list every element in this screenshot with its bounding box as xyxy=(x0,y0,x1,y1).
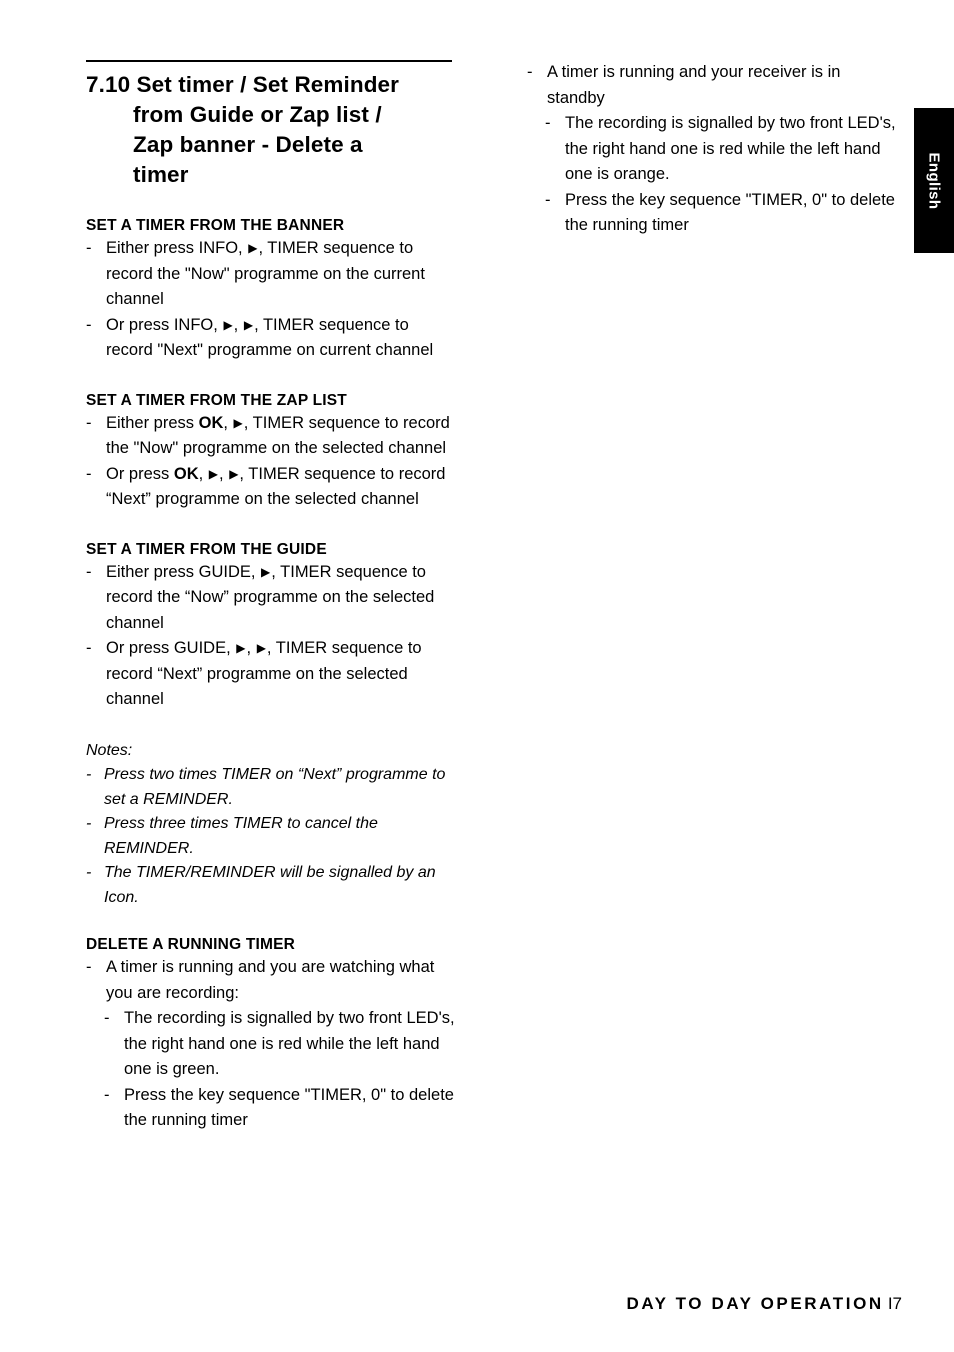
list-item: - The TIMER/REMINDER will be signalled b… xyxy=(86,861,456,910)
right-arrow-icon: ▶ xyxy=(243,317,254,332)
list-item: - Or press GUIDE, ▶, ▶, TIMER sequence t… xyxy=(86,636,456,713)
delete-timer-sublist: - The recording is signalled by two fron… xyxy=(104,1006,456,1134)
list-item: - Press two times TIMER on “Next” progra… xyxy=(86,763,456,812)
section-heading-guide: SET A TIMER FROM THE GUIDE xyxy=(86,540,327,558)
list-item: - A timer is running and your receiver i… xyxy=(527,60,902,111)
list-item: - A timer is running and you are watchin… xyxy=(86,955,456,1006)
right-arrow-icon: ▶ xyxy=(256,641,266,655)
right-arrow-icon: ▶ xyxy=(233,415,243,430)
zap-list-instruction-list: - Either press OK, ▶, TIMER sequence to … xyxy=(86,411,456,513)
footer-section-title: DAY TO DAY OPERATION xyxy=(626,1294,884,1313)
list-item: - Either press GUIDE, ▶, TIMER sequence … xyxy=(86,560,456,637)
list-bullet-dash: - xyxy=(104,1085,110,1104)
list-item-text: The recording is signalled by two front … xyxy=(124,1009,455,1078)
list-item-text: Press the key sequence "TIMER, 0" to del… xyxy=(565,190,895,235)
delete-timer-list: - A timer is running and you are watchin… xyxy=(86,955,456,1006)
list-bullet-dash: - xyxy=(86,315,92,334)
list-bullet-dash: - xyxy=(86,864,92,881)
right-arrow-icon: ▶ xyxy=(248,241,258,255)
note-text: The TIMER/REMINDER will be signalled by … xyxy=(104,864,436,906)
guide-instruction-list: - Either press GUIDE, ▶, TIMER sequence … xyxy=(86,560,456,713)
notes-list: - Press two times TIMER on “Next” progra… xyxy=(86,763,456,910)
section-heading-delete-timer: DELETE A RUNNING TIMER xyxy=(86,936,296,953)
list-bullet-dash: - xyxy=(86,958,92,976)
banner-instruction-list: - Either press INFO, ▶, TIMER sequence t… xyxy=(86,236,456,364)
title-line-4: timer xyxy=(133,162,189,187)
list-item-text: A timer is running and you are watching … xyxy=(106,958,435,1002)
list-item: - Or press OK, ▶, ▶, TIMER sequence to r… xyxy=(86,462,456,513)
list-bullet-dash: - xyxy=(86,639,92,657)
list-item: - The recording is signalled by two fron… xyxy=(545,111,902,188)
list-bullet-dash: - xyxy=(86,413,92,432)
list-bullet-dash: - xyxy=(86,815,92,832)
section-heading-banner: SET A TIMER FROM THE BANNER xyxy=(86,217,345,234)
note-text: Press two times TIMER on “Next” programm… xyxy=(104,766,446,808)
list-bullet-dash: - xyxy=(104,1009,110,1027)
list-bullet-dash: - xyxy=(545,190,551,209)
title-line-3: Zap banner - Delete a xyxy=(133,132,363,157)
right-arrow-icon: ▶ xyxy=(223,317,233,332)
right-arrow-icon: ▶ xyxy=(261,564,271,579)
list-item: - Press three times TIMER to cancel the … xyxy=(86,812,456,861)
section-heading-zap-list: SET A TIMER FROM THE ZAP LIST xyxy=(86,391,347,409)
list-item: - The recording is signalled by two fron… xyxy=(104,1006,456,1083)
list-item: - Press the key sequence "TIMER, 0" to d… xyxy=(104,1083,456,1134)
list-item-text: A timer is running and your receiver is … xyxy=(547,63,841,107)
left-column: 7.10 Set timer / Set Reminder from Guide… xyxy=(86,70,456,1134)
list-item: - Either press INFO, ▶, TIMER sequence t… xyxy=(86,236,456,313)
right-arrow-icon: ▶ xyxy=(208,466,219,481)
list-bullet-dash: - xyxy=(545,114,551,132)
standby-timer-list: - A timer is running and your receiver i… xyxy=(527,60,902,111)
list-item: - Or press INFO, ▶, ▶, TIMER sequence to… xyxy=(86,313,456,364)
list-bullet-dash: - xyxy=(86,562,92,581)
right-column: - A timer is running and your receiver i… xyxy=(527,60,902,239)
language-tab-english: English xyxy=(914,108,954,253)
page-number: I7 xyxy=(887,1294,902,1313)
manual-page: 7.10 Set timer / Set Reminder from Guide… xyxy=(0,0,954,1352)
list-bullet-dash: - xyxy=(86,464,92,483)
language-tab-label: English xyxy=(925,152,943,209)
list-item-text: The recording is signalled by two front … xyxy=(565,114,896,183)
list-item: - Press the key sequence "TIMER, 0" to d… xyxy=(545,188,902,239)
list-item-text: Press the key sequence "TIMER, 0" to del… xyxy=(124,1085,454,1130)
list-item: - Either press OK, ▶, TIMER sequence to … xyxy=(86,411,456,462)
list-bullet-dash: - xyxy=(527,63,533,81)
note-text: Press three times TIMER to cancel the RE… xyxy=(104,815,378,857)
page-footer: DAY TO DAY OPERATION I7 xyxy=(626,1294,902,1314)
title-line-2: from Guide or Zap list / xyxy=(133,102,382,127)
list-bullet-dash: - xyxy=(86,239,92,257)
page-title: 7.10 Set timer / Set Reminder from Guide… xyxy=(86,70,456,190)
title-rule xyxy=(86,60,452,62)
notes-heading: Notes: xyxy=(86,741,133,759)
right-arrow-icon: ▶ xyxy=(236,641,246,655)
list-bullet-dash: - xyxy=(86,766,92,783)
right-arrow-icon: ▶ xyxy=(229,466,239,481)
title-line-1: 7.10 Set timer / Set Reminder xyxy=(86,72,400,97)
standby-timer-sublist: - The recording is signalled by two fron… xyxy=(545,111,902,239)
